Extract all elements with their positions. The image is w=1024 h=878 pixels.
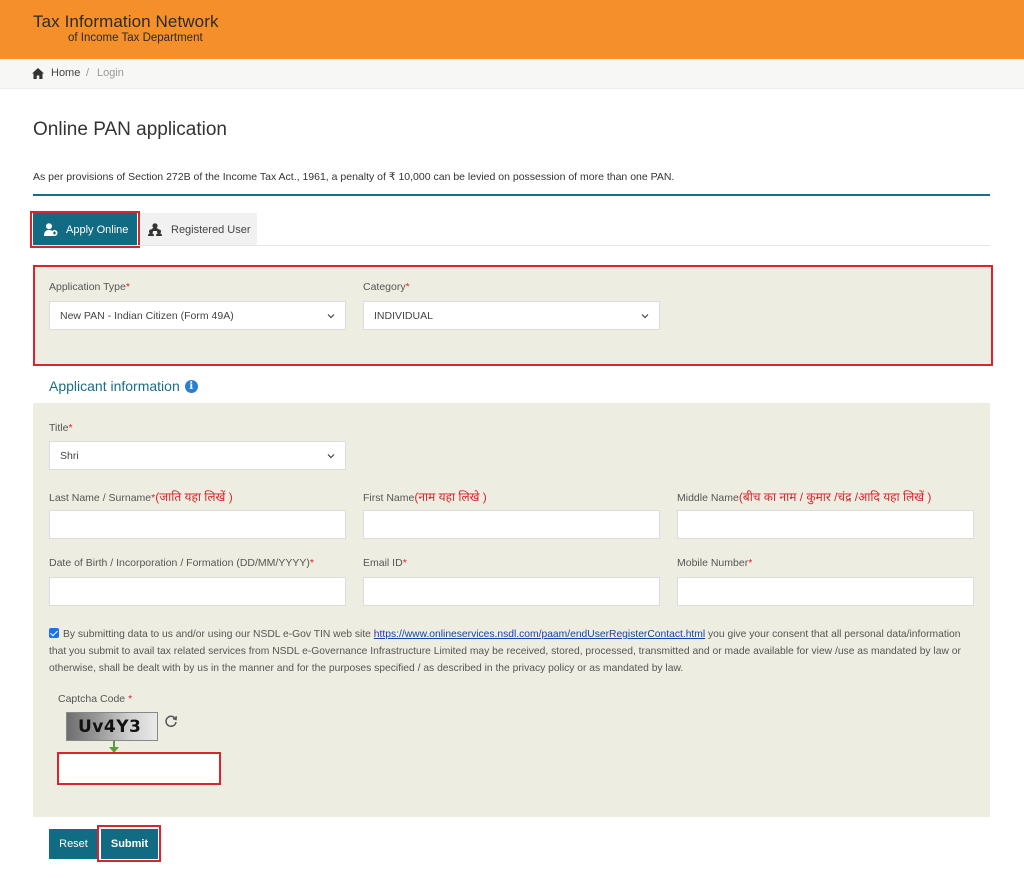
email-label: Email ID*	[363, 557, 407, 569]
reset-button[interactable]: Reset	[49, 829, 98, 859]
captcha-label: Captcha Code *	[58, 693, 133, 705]
title-select[interactable]: Shri	[49, 441, 346, 470]
middle-name-hint: (बीच का नाम / कुमार /चंद्र /आदि यहा लिखे…	[738, 490, 932, 504]
email-input[interactable]	[363, 577, 660, 606]
applicant-section-title: Applicant information i	[49, 378, 198, 394]
users-icon	[148, 223, 162, 236]
application-type-label: Application Type*	[49, 281, 130, 293]
dob-input[interactable]	[49, 577, 346, 606]
logo-subtitle: of Income Tax Department	[68, 32, 203, 44]
captcha-image: Uv4Y3	[66, 712, 158, 741]
middle-name-label: Middle Name(बीच का नाम / कुमार /चंद्र /आ…	[677, 490, 932, 504]
penalty-notice: As per provisions of Section 272B of the…	[33, 171, 675, 183]
first-name-input[interactable]	[363, 510, 660, 539]
category-label: Category*	[363, 281, 410, 293]
consent-checkbox[interactable]	[49, 628, 59, 638]
tabs-divider	[33, 245, 990, 246]
highlight-box	[97, 825, 161, 862]
middle-name-input[interactable]	[677, 510, 974, 539]
category-value: INDIVIDUAL	[374, 309, 433, 322]
application-type-select[interactable]: New PAN - Indian Citizen (Form 49A)	[49, 301, 346, 330]
page-title: Online PAN application	[33, 119, 227, 140]
last-name-hint: (जाति यहा लिखें )	[155, 490, 233, 504]
category-select[interactable]: INDIVIDUAL	[363, 301, 660, 330]
notice-divider	[33, 194, 990, 196]
mobile-label: Mobile Number*	[677, 557, 753, 569]
title-label: Title*	[49, 422, 73, 434]
title-value: Shri	[60, 449, 79, 462]
breadcrumb-current: Login	[97, 67, 124, 79]
dob-label: Date of Birth / Incorporation / Formatio…	[49, 557, 314, 569]
info-icon[interactable]: i	[184, 379, 198, 393]
consent-text: By submitting data to us and/or using ou…	[49, 628, 961, 674]
tab-registered-user-label: Registered User	[171, 223, 251, 236]
tab-registered-user[interactable]: Registered User	[140, 213, 257, 246]
site-header: Tax Information Network of Income Tax De…	[0, 0, 1024, 59]
first-name-hint: (नाम यहा लिखे )	[414, 490, 487, 504]
highlight-box	[30, 211, 140, 248]
first-name-label: First Name(नाम यहा लिखे )	[363, 490, 487, 504]
refresh-icon[interactable]	[164, 714, 178, 728]
last-name-input[interactable]	[49, 510, 346, 539]
last-name-label: Last Name / Surname*(जाति यहा लिखें )	[49, 490, 233, 504]
application-type-value: New PAN - Indian Citizen (Form 49A)	[60, 309, 234, 322]
captcha-input[interactable]	[57, 752, 221, 785]
mobile-input[interactable]	[677, 577, 974, 606]
breadcrumb-separator: /	[86, 67, 90, 79]
chevron-down-icon	[327, 454, 335, 459]
breadcrumb: Home / Login	[0, 59, 1024, 89]
breadcrumb-home-link[interactable]: Home	[51, 67, 80, 79]
logo-title[interactable]: Tax Information Network	[33, 12, 219, 32]
chevron-down-icon	[327, 314, 335, 319]
nsdl-contact-link[interactable]: https://www.onlineservices.nsdl.com/paam…	[374, 629, 705, 640]
chevron-down-icon	[641, 314, 649, 319]
home-icon[interactable]	[32, 68, 44, 79]
